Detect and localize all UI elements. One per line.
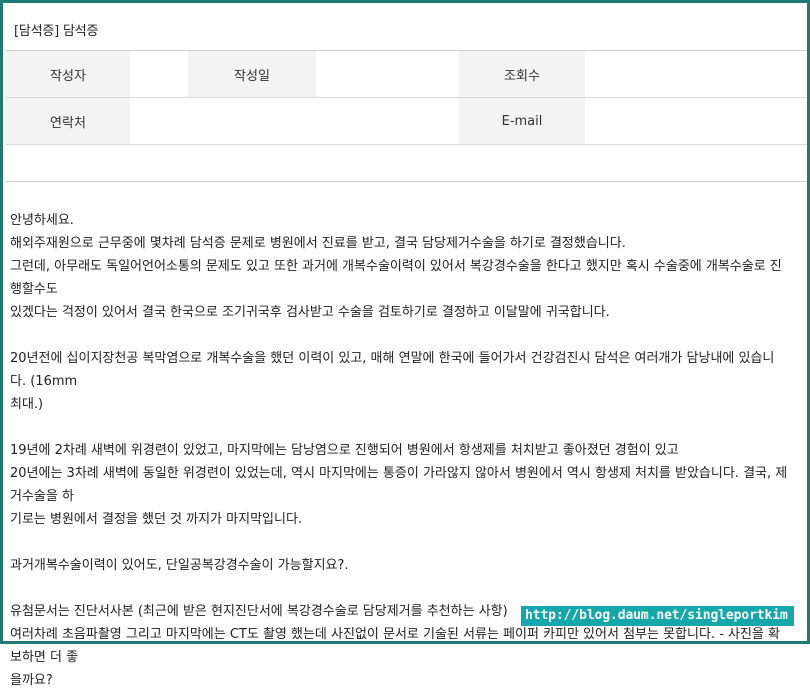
views-value [585,51,807,97]
content-line: 그런데, 아무래도 독일어언어소통의 문제도 있고 또한 과거에 개복수술이력이… [10,259,782,297]
contact-value [130,98,459,144]
post-title-row: [담석증] 담석증 [6,6,807,51]
date-value [316,51,459,97]
email-label: E-mail [459,98,585,144]
author-value [130,51,188,97]
blog-url-watermark: http://blog.daum.net/singleportkim [521,606,794,626]
content-line: 해외주재원으로 근무중에 몇차례 담석증 문제로 병원에서 진료를 받고, 결국… [10,236,626,251]
views-label: 조회수 [459,51,585,97]
meta-row-contact: 연락처 E-mail [6,98,807,145]
post-title: [담석증] 담석증 [14,24,99,39]
content-line: 기로는 병원에서 결정을 했던 것 까지가 마지막입니다. [10,512,303,527]
email-value [585,98,807,144]
content-line: 여러차례 초음파촬영 그리고 마지막에는 CT도 촬영 했는데 사진없이 문서로… [10,627,780,665]
content-line: 있겠다는 걱정이 있어서 결국 한국으로 조기귀국후 검사받고 수술을 검토하기… [10,305,610,320]
date-label: 작성일 [188,51,316,97]
content-line: 20년전에 십이지장천공 복막염으로 개복수술을 했던 이력이 있고, 매해 연… [10,351,775,389]
content-line: 19년에 2차례 새벽에 위경련이 있었고, 마지막에는 담낭염으로 진행되어 … [10,443,679,458]
contact-label: 연락처 [6,98,130,144]
content-line: 과거개복수술이력이 있어도, 단일공복강경수술이 가능할지요?. [10,558,349,573]
content-line: 안녕하세요. [10,213,74,228]
author-label: 작성자 [6,51,130,97]
attachment-row [6,145,807,182]
content-line: 20년에는 3차례 새벽에 동일한 위경련이 있었는데, 역시 마지막에는 통증… [10,466,788,504]
content-line: 최대.) [10,397,44,412]
meta-row-author: 작성자 작성일 조회수 [6,51,807,98]
content-line: 을까요? [10,673,53,688]
